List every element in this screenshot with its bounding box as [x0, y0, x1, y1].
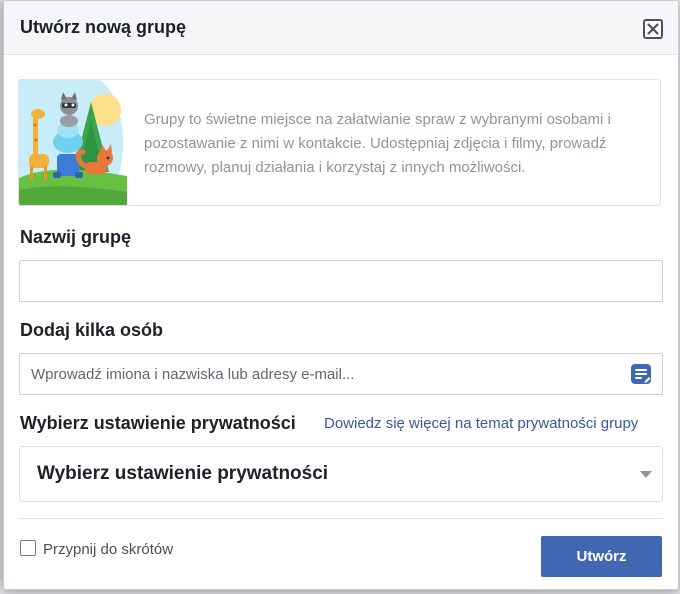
add-people-input[interactable] [19, 353, 663, 395]
privacy-label: Wybierz ustawienie prywatności [20, 413, 296, 433]
pin-to-shortcuts-label[interactable]: Przypnij do skrótów [43, 541, 173, 558]
privacy-select[interactable]: Wybierz ustawienie prywatności [19, 446, 663, 502]
group-name-label: Nazwij grupę [20, 227, 132, 247]
address-book-icon[interactable] [630, 363, 652, 385]
groups-info-text: Grupy to świetne miejsce na załatwianie … [144, 111, 611, 176]
privacy-select-value: Wybierz ustawienie prywatności [37, 463, 329, 484]
privacy-learn-more-link[interactable]: Dowiedz się więcej na temat prywatności … [324, 415, 638, 432]
close-button[interactable] [643, 19, 663, 39]
create-group-dialog: Utwórz nową grupę Grupy to świetne miejs… [3, 0, 679, 590]
add-people-label: Dodaj kilka osób [20, 320, 164, 340]
footer-divider [19, 518, 663, 519]
chevron-down-icon [640, 471, 652, 478]
animals-illustration-icon [19, 80, 127, 205]
group-name-input[interactable] [19, 260, 663, 302]
pin-to-shortcuts-checkbox[interactable] [20, 540, 36, 556]
create-button[interactable]: Utwórz [541, 536, 662, 577]
groups-info-banner: Grupy to świetne miejsce na załatwianie … [18, 79, 661, 206]
dialog-header: Utwórz nową grupę [4, 1, 678, 55]
close-icon [647, 23, 659, 35]
dialog-title: Utwórz nową grupę [20, 17, 186, 37]
